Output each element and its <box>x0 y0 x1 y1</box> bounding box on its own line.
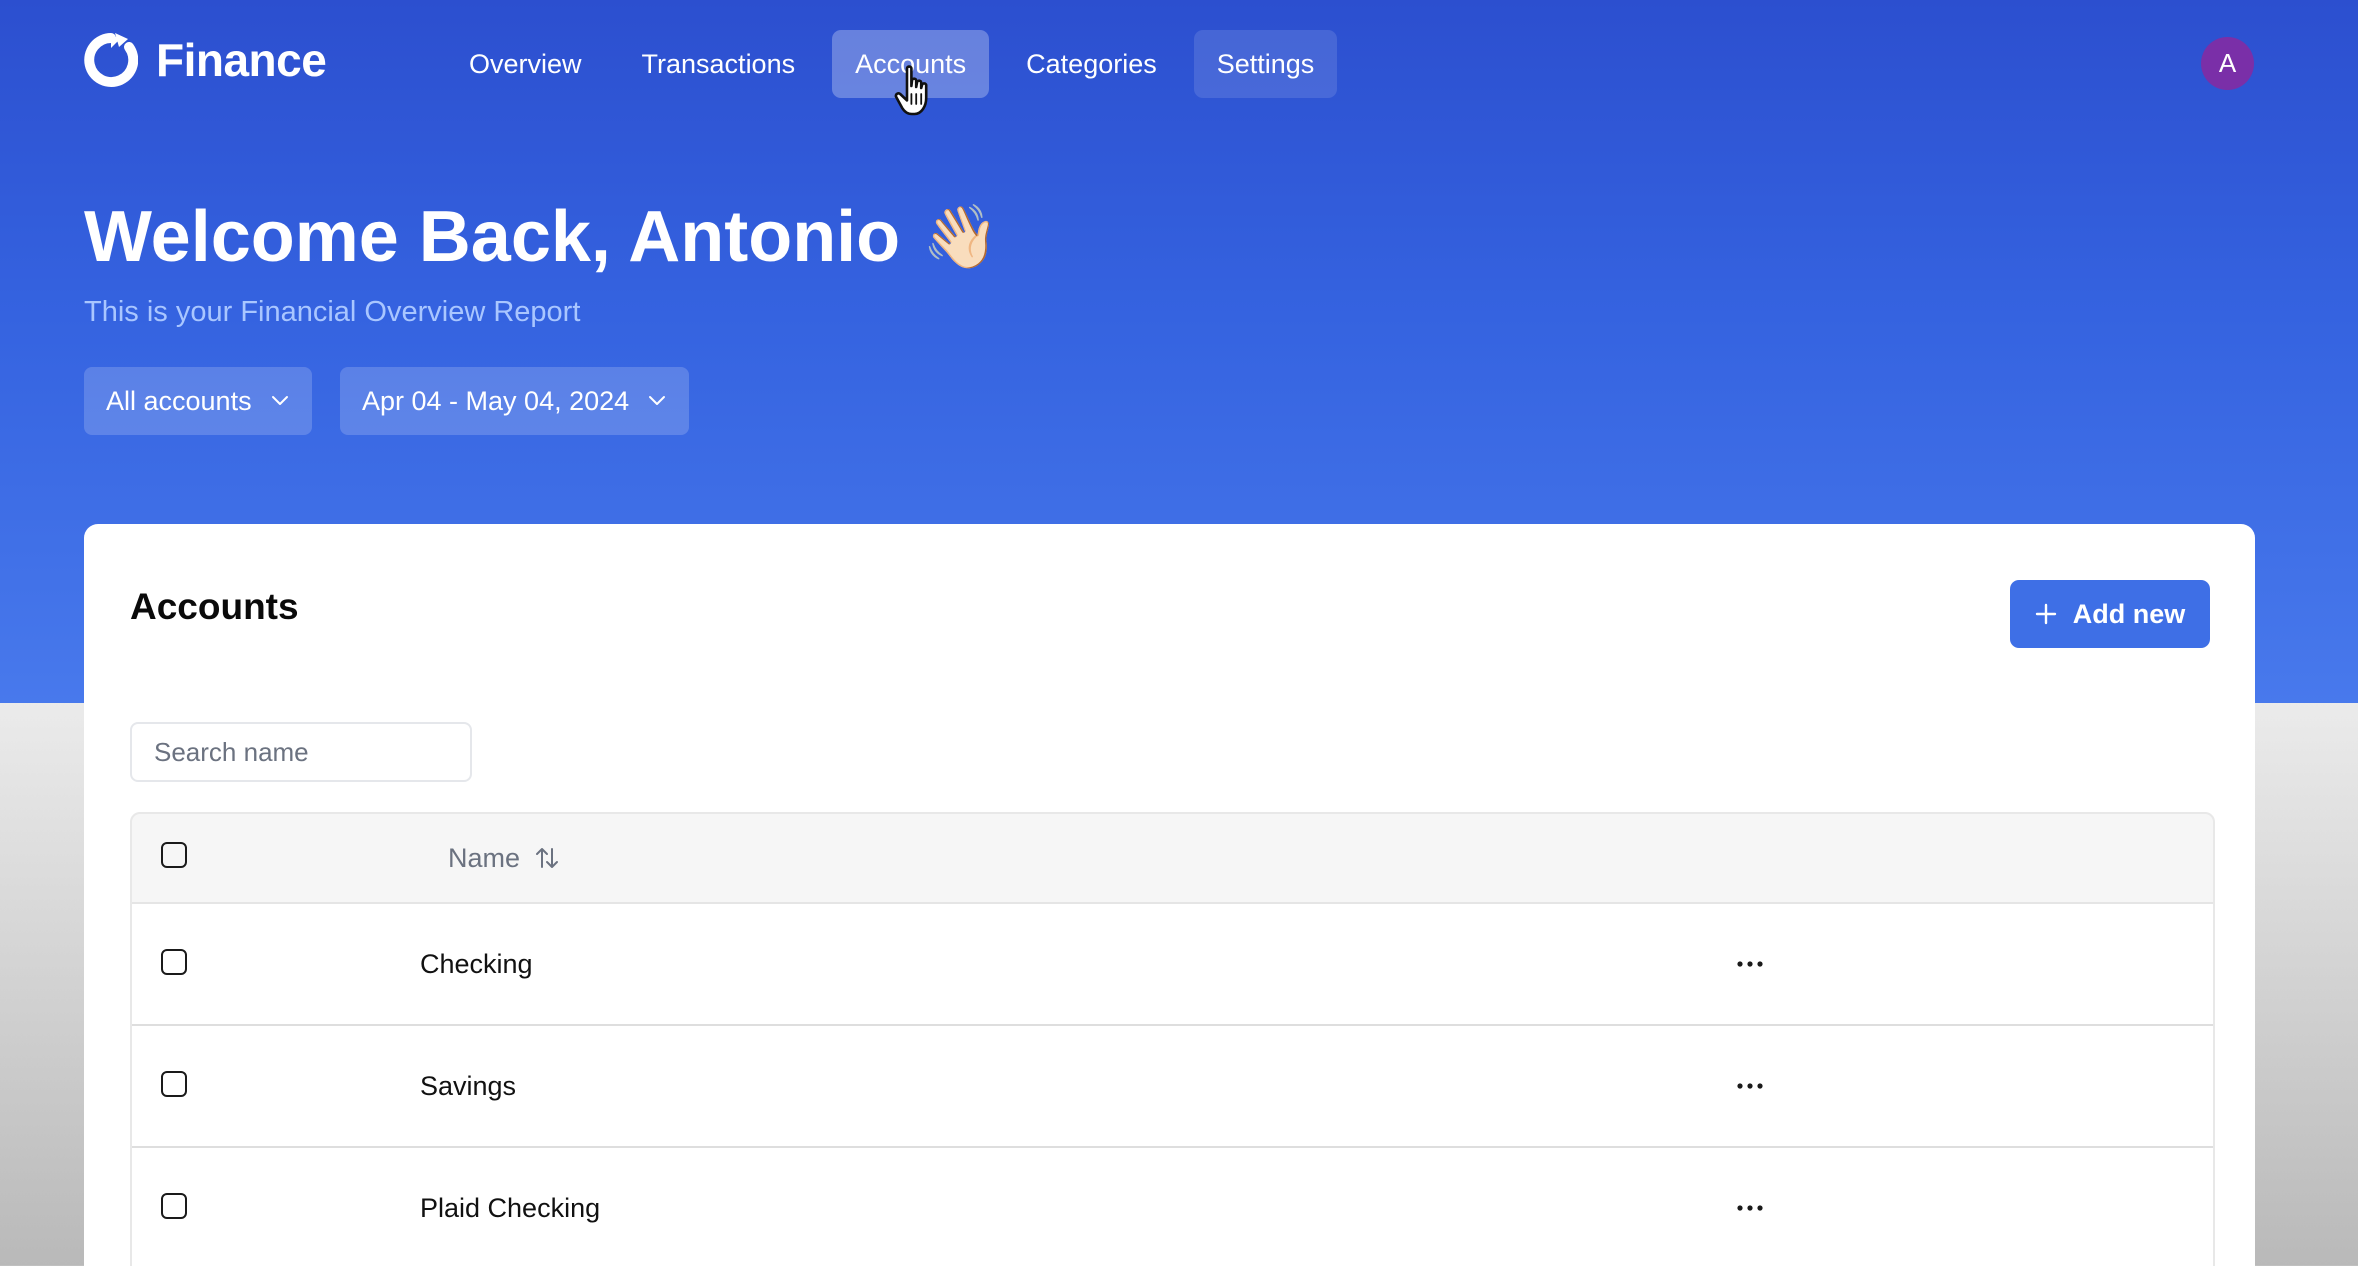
plus-icon <box>2035 603 2056 625</box>
hand-cursor-icon <box>894 65 928 116</box>
nav-overview[interactable]: Overview <box>446 30 605 98</box>
date-range-filter-select[interactable]: Apr 04 - May 04, 2024 <box>340 367 690 435</box>
table-header: Name <box>132 814 2213 904</box>
chevron-down-icon <box>649 396 666 405</box>
waving-hand-icon: 👋🏻 <box>922 202 1000 272</box>
row-checkbox[interactable] <box>161 949 187 975</box>
name-column-header[interactable]: Name <box>448 814 560 902</box>
row-checkbox[interactable] <box>161 1193 187 1219</box>
brand-logo[interactable]: Finance <box>84 33 327 87</box>
ellipsis-icon <box>1737 961 1763 967</box>
select-all-checkbox[interactable] <box>161 842 187 868</box>
row-checkbox[interactable] <box>161 1071 187 1097</box>
accounts-card: Accounts Add new Name Checking <box>84 524 2255 1266</box>
chevron-down-icon <box>271 396 288 405</box>
ellipsis-icon <box>1737 1205 1763 1211</box>
nav-categories[interactable]: Categories <box>1003 30 1180 98</box>
more-actions-button[interactable] <box>1730 1072 1770 1100</box>
page-subtitle: This is your Financial Overview Report <box>84 296 581 328</box>
name-column-label: Name <box>448 842 521 873</box>
page-title: Welcome Back, Antonio 👋🏻 <box>84 196 999 278</box>
nav-settings[interactable]: Settings <box>1193 30 1338 98</box>
brand-name: Finance <box>156 34 327 86</box>
top-nav: Overview Transactions Accounts Categorie… <box>446 30 1338 98</box>
account-name: Plaid Checking <box>420 1192 601 1223</box>
add-new-label: Add new <box>2072 598 2186 629</box>
account-filter-select[interactable]: All accounts <box>84 367 312 435</box>
table-row[interactable]: Checking <box>132 904 2213 1026</box>
ellipsis-icon <box>1737 1083 1763 1089</box>
more-actions-button[interactable] <box>1730 1194 1770 1222</box>
accounts-card-title: Accounts <box>130 586 299 627</box>
finance-logo-icon <box>84 33 138 87</box>
account-filter-label: All accounts <box>106 385 252 416</box>
search-input[interactable] <box>130 722 472 782</box>
table-row[interactable]: Savings <box>132 1026 2213 1148</box>
greeting-text: Welcome Back, Antonio <box>84 197 901 277</box>
more-actions-button[interactable] <box>1730 950 1770 978</box>
account-name: Savings <box>420 1070 517 1101</box>
sort-arrows-icon <box>536 848 559 868</box>
nav-transactions[interactable]: Transactions <box>619 30 819 98</box>
table-row[interactable]: Plaid Checking <box>132 1148 2213 1266</box>
user-avatar[interactable]: A <box>2201 37 2254 90</box>
accounts-table: Name Checking Savings Plaid Checking <box>130 812 2215 1266</box>
account-name: Checking <box>420 948 533 979</box>
add-new-button[interactable]: Add new <box>2010 580 2210 648</box>
date-range-label: Apr 04 - May 04, 2024 <box>362 385 630 416</box>
